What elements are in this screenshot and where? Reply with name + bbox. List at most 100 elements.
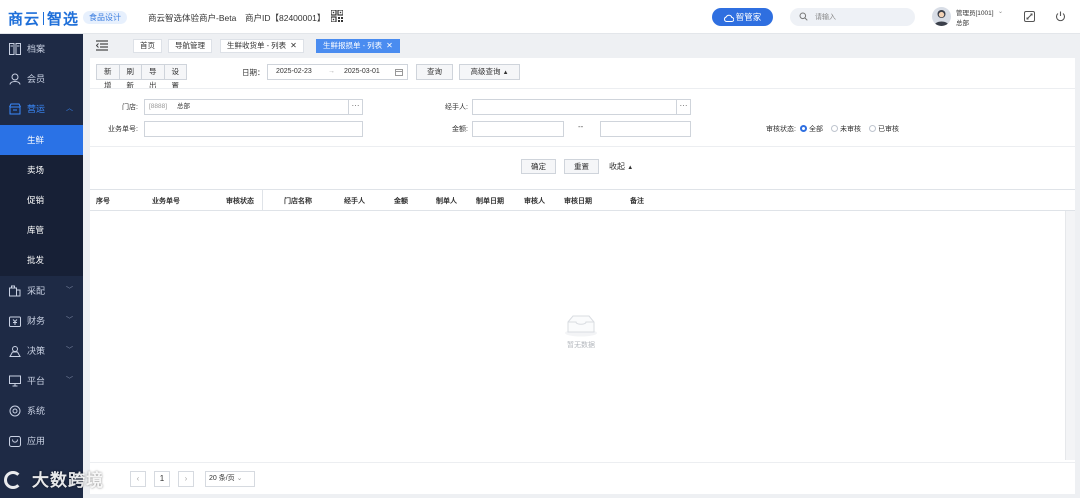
doc-no-input[interactable]: [144, 121, 363, 137]
column-divider[interactable]: [262, 190, 263, 211]
store-name: 总部: [177, 103, 190, 110]
confirm-button[interactable]: 确定: [521, 159, 556, 174]
sidebar: 档案 会员 营运 ︿ 生鲜 卖场 促销 库管 批发 采配 ﹀ 财务 ﹀ 决策 ﹀…: [0, 34, 83, 498]
handler-select[interactable]: ···: [472, 99, 691, 115]
reset-button[interactable]: 重置: [564, 159, 599, 174]
power-icon[interactable]: [1055, 11, 1066, 22]
chevron-down-icon[interactable]: ⌄: [998, 8, 1003, 15]
sidebar-item-platform[interactable]: 平台 ﹀: [0, 366, 83, 396]
sidebar-item-app[interactable]: 应用: [0, 426, 83, 456]
sidebar-item-label: 平台: [27, 376, 46, 387]
page-number[interactable]: 1: [154, 471, 170, 487]
sidebar-item-label: 应用: [27, 436, 46, 447]
cloud-icon: [723, 14, 735, 22]
advanced-query-button[interactable]: 高级查询 ▲: [459, 64, 520, 80]
audit-radio-audited[interactable]: 已审核: [869, 124, 899, 134]
column-header[interactable]: 序号: [96, 196, 110, 206]
sidebar-item-purchase[interactable]: 采配 ﹀: [0, 276, 83, 306]
menu-collapse-icon[interactable]: [96, 40, 108, 51]
collapse-filter-button[interactable]: 收起 ▲: [609, 161, 633, 172]
query-button[interactable]: 查询: [416, 64, 453, 80]
amount-min-input[interactable]: [472, 121, 564, 137]
close-icon[interactable]: ✕: [386, 41, 393, 50]
sidebar-subitem-inventory[interactable]: 库管: [0, 215, 83, 246]
doc-no-label: 业务单号:: [108, 126, 138, 133]
action-button-group: 新增 刷新 导出 设置: [96, 64, 187, 90]
sidebar-item-decision[interactable]: 决策 ﹀: [0, 336, 83, 366]
sidebar-subitem-fresh[interactable]: 生鲜: [0, 124, 83, 155]
radio-unchecked-icon: [831, 125, 838, 132]
sidebar-item-label: 财务: [27, 315, 46, 326]
steward-button[interactable]: 智管家: [712, 8, 773, 26]
vertical-scrollbar[interactable]: [1065, 211, 1075, 460]
store-select[interactable]: [8888] 总部 ···: [144, 99, 363, 115]
audit-status-label: 审核状态:: [766, 126, 796, 133]
user-avatar-icon: [934, 10, 949, 26]
column-header[interactable]: 业务单号: [152, 196, 180, 206]
sidebar-subitem-wholesale[interactable]: 批发: [0, 245, 83, 276]
qr-code-icon[interactable]: [331, 10, 343, 22]
page-size-select[interactable]: 20 条/页 ⌄: [205, 471, 255, 487]
sidebar-item-label: 采配: [27, 285, 46, 296]
next-page-button[interactable]: ›: [178, 471, 194, 487]
empty-box-icon: [565, 315, 597, 337]
chevron-down-icon: ﹀: [66, 346, 73, 354]
amount-max-input[interactable]: [600, 121, 691, 137]
date-range-picker[interactable]: 2025-02-23 → 2025-03-01: [267, 64, 408, 80]
audit-radio-unaudited[interactable]: 未审核: [831, 124, 861, 134]
settings-button[interactable]: 设置: [165, 65, 187, 90]
sidebar-item-label: 系统: [27, 406, 46, 417]
tab-nav-manage[interactable]: 导航管理: [168, 39, 212, 53]
date-end[interactable]: 2025-03-01: [344, 65, 380, 79]
sidebar-item-archive[interactable]: 档案: [0, 34, 83, 64]
sidebar-subitem-promotion[interactable]: 促销: [0, 184, 83, 216]
filter-actions: 确定 重置 收起 ▲: [90, 146, 1075, 187]
refresh-button[interactable]: 刷新: [120, 65, 142, 90]
merchant-name: 商云智选体验商户-Beta: [148, 13, 237, 23]
edition-badge: 食品设计: [83, 11, 127, 24]
handler-label: 经手人:: [445, 104, 468, 111]
fullscreen-icon[interactable]: [1024, 11, 1035, 22]
chevron-down-icon: ⌄: [236, 475, 243, 482]
sidebar-item-label: 决策: [27, 345, 46, 356]
user-name[interactable]: 管理员[1001]: [956, 7, 994, 17]
store-label: 门店:: [122, 104, 138, 111]
column-header[interactable]: 制单日期: [476, 196, 504, 206]
chevron-up-icon: ︿: [66, 105, 73, 113]
column-header[interactable]: 备注: [630, 196, 644, 206]
avatar[interactable]: [932, 7, 951, 26]
close-icon[interactable]: ✕: [290, 41, 297, 50]
sidebar-subitem-floor[interactable]: 卖场: [0, 154, 83, 185]
search-input[interactable]: [815, 11, 905, 23]
date-start[interactable]: 2025-02-23: [276, 65, 312, 79]
watermark-logo-icon: [4, 471, 22, 489]
global-search[interactable]: [790, 8, 915, 26]
column-header[interactable]: 金额: [394, 196, 408, 206]
amount-range-separator: --: [578, 122, 584, 131]
brand-logo[interactable]: 商云 智选: [8, 8, 79, 29]
prev-page-button[interactable]: ‹: [130, 471, 146, 487]
column-header[interactable]: 审核状态: [226, 196, 254, 206]
more-icon[interactable]: ···: [676, 100, 690, 114]
chevron-down-icon: ﹀: [66, 286, 73, 294]
audit-radio-all[interactable]: 全部: [800, 124, 823, 134]
sidebar-item-operation[interactable]: 营运 ︿: [0, 94, 83, 124]
column-header[interactable]: 审核人: [524, 196, 545, 206]
calendar-icon: [395, 69, 403, 76]
column-header[interactable]: 门店名称: [284, 196, 312, 206]
tab-fresh-receipt[interactable]: 生鲜收货单 - 列表 ✕: [220, 39, 304, 53]
sidebar-item-system[interactable]: 系统: [0, 396, 83, 426]
empty-state-text: 暂无数据: [567, 342, 595, 349]
sidebar-item-member[interactable]: 会员: [0, 64, 83, 94]
column-header[interactable]: 制单人: [436, 196, 457, 206]
export-button[interactable]: 导出: [142, 65, 165, 90]
sidebar-item-label: 档案: [27, 44, 46, 54]
add-button[interactable]: 新增: [97, 65, 120, 90]
tab-fresh-loss[interactable]: 生鲜报损单 - 列表 ✕: [316, 39, 400, 53]
column-header[interactable]: 审核日期: [564, 196, 592, 206]
column-header[interactable]: 经手人: [344, 196, 365, 206]
sidebar-item-finance[interactable]: 财务 ﹀: [0, 306, 83, 336]
tab-home[interactable]: 首页: [133, 39, 162, 53]
purchase-icon: [9, 285, 21, 296]
more-icon[interactable]: ···: [348, 100, 362, 114]
